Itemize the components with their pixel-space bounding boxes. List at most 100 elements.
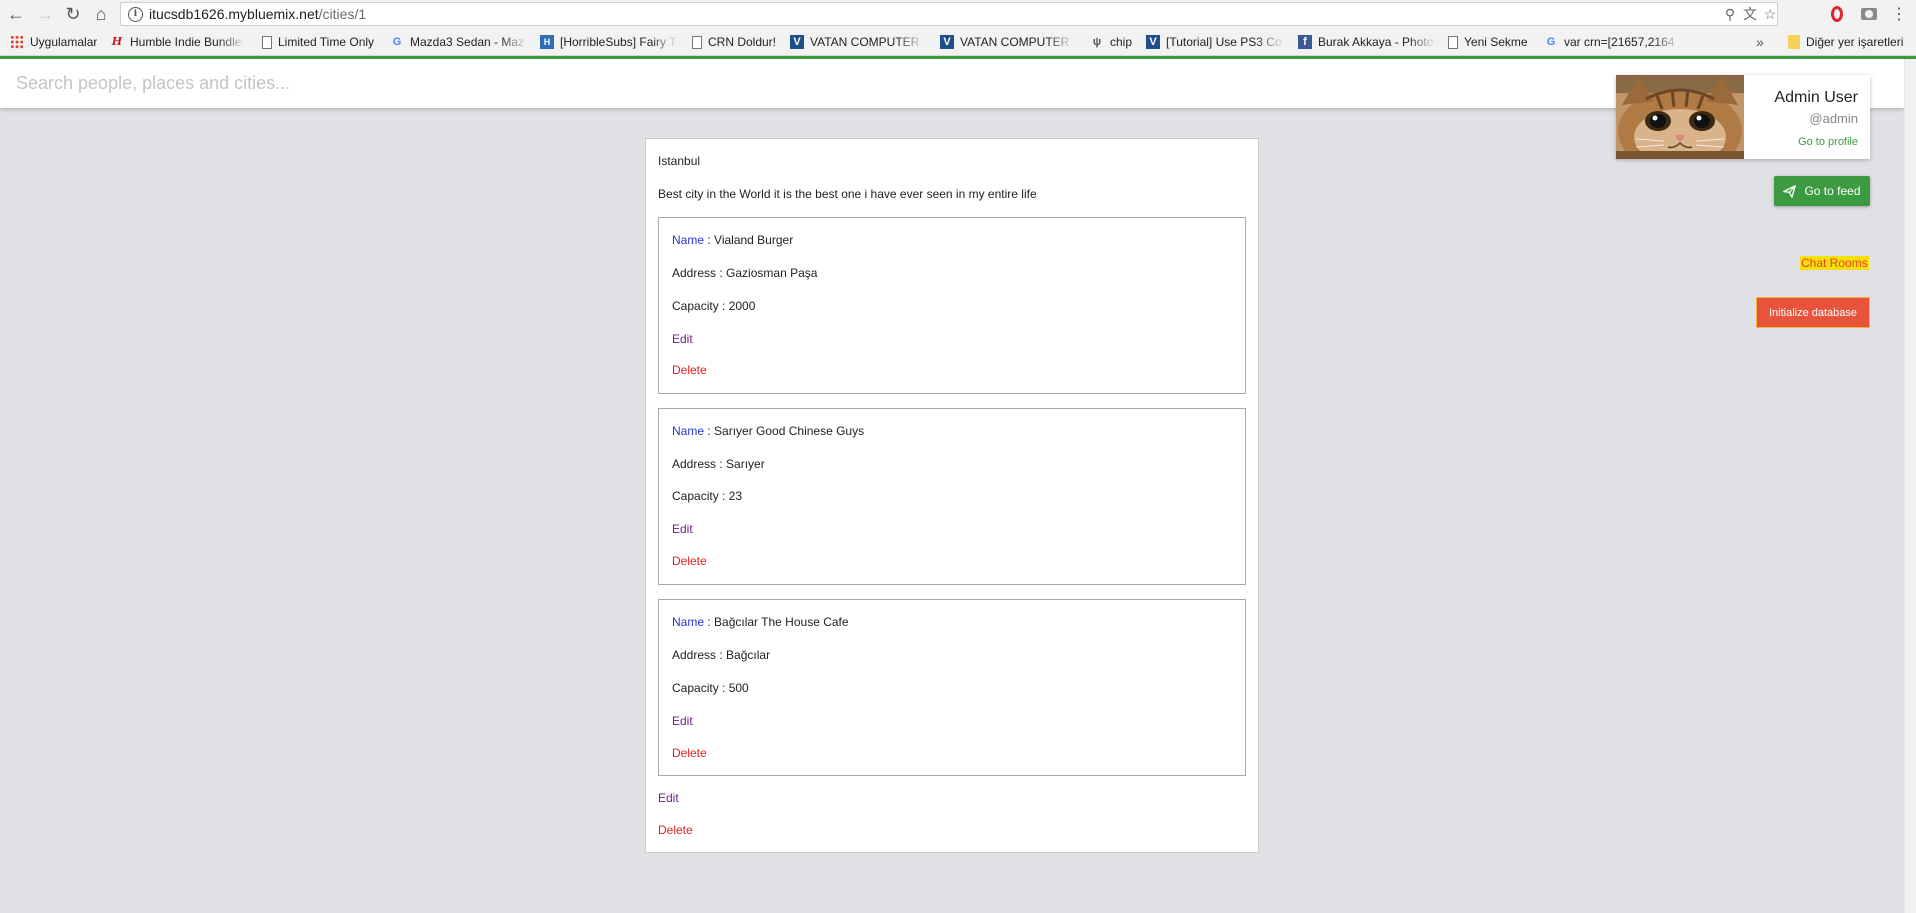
google-g-icon: G	[1546, 36, 1556, 48]
go-to-profile-link[interactable]: Go to profile	[1798, 136, 1858, 148]
place-capacity-row: Capacity : 500	[672, 681, 749, 695]
capacity-label: Capacity	[672, 681, 719, 695]
reload-icon[interactable]: ↻	[62, 3, 84, 25]
city-description: Best city in the World it is the best on…	[658, 187, 1037, 201]
bookmark-item[interactable]: Limited Time Only	[262, 33, 374, 51]
bookmark-label: Humble Indie Bundle:	[130, 35, 245, 49]
address-bar[interactable]: i itucsdb1626.mybluemix.net/cities/1 ⚲ 文…	[120, 2, 1778, 26]
bookmark-label: [HorribleSubs] Fairy T	[560, 35, 677, 49]
bookmark-item[interactable]: CRN Doldur!	[692, 33, 776, 51]
city-card: Istanbul Best city in the World it is th…	[645, 138, 1259, 853]
vatan-v-icon: V	[790, 35, 804, 49]
go-to-feed-label: Go to feed	[1804, 184, 1861, 198]
place-card: Name : Vialand Burger Address : Gaziosma…	[658, 217, 1246, 394]
bookmark-item[interactable]: G Mazda3 Sedan - Maz	[390, 33, 528, 51]
translate-icon[interactable]: 文	[1741, 5, 1759, 23]
humble-h-icon: H	[111, 35, 123, 48]
place-name: Sarıyer Good Chinese Guys	[714, 424, 865, 438]
bookmark-item[interactable]: Gvar crn=[21657,2164	[1544, 33, 1680, 51]
place-card: Name : Sarıyer Good Chinese Guys Address…	[658, 408, 1246, 585]
bookmark-label: Mazda3 Sedan - Maz	[410, 35, 525, 49]
go-to-feed-button[interactable]: Go to feed	[1774, 176, 1870, 206]
initialize-database-button[interactable]: Initialize database	[1756, 297, 1870, 328]
bookmark-item[interactable]: H [HorribleSubs] Fairy T	[540, 33, 678, 51]
bookmarks-overflow-chevron[interactable]: »	[1756, 33, 1764, 51]
bookmark-label: var crn=[21657,2164	[1564, 35, 1675, 49]
address-url[interactable]: itucsdb1626.mybluemix.net/cities/1	[149, 6, 366, 22]
site-info-icon[interactable]: i	[128, 7, 143, 22]
page-icon	[262, 35, 272, 49]
place-capacity: 500	[728, 681, 749, 695]
back-arrow-icon[interactable]: ←	[5, 3, 27, 25]
place-card: Name : Bağcılar The House Cafe Address :…	[658, 599, 1246, 776]
place-capacity: 23	[728, 489, 743, 503]
place-address-row: Address : Sarıyer	[672, 457, 765, 471]
address-label: Address	[672, 648, 717, 662]
bookmark-item[interactable]: Yeni Sekme	[1448, 33, 1528, 51]
bookmark-item[interactable]: V [Tutorial] Use PS3 Co	[1146, 33, 1284, 51]
capacity-label: Capacity	[672, 489, 719, 503]
home-icon[interactable]: ⌂	[90, 3, 112, 25]
place-delete-link[interactable]: Delete	[672, 363, 707, 377]
paper-plane-icon	[1783, 184, 1797, 198]
city-delete-link[interactable]: Delete	[658, 823, 693, 837]
chat-rooms-link[interactable]: Chat Rooms	[1800, 256, 1869, 270]
apps-grid-icon	[10, 35, 24, 49]
url-path: /cities/1	[318, 6, 367, 22]
bookmark-item[interactable]: Uygulamalar	[10, 33, 97, 51]
place-edit-link[interactable]: Edit	[672, 522, 693, 536]
place-name: Bağcılar The House Cafe	[714, 615, 849, 629]
browser-toolbar: ← → ↻ ⌂ i itucsdb1626.mybluemix.net/citi…	[0, 0, 1916, 28]
place-edit-link[interactable]: Edit	[672, 332, 693, 346]
place-capacity-row: Capacity : 23	[672, 489, 743, 503]
bookmark-label: Uygulamalar	[30, 35, 98, 49]
page-icon	[1448, 35, 1458, 49]
search-input[interactable]	[16, 68, 1516, 98]
facebook-icon: f	[1298, 35, 1312, 49]
profile-card: Admin User @admin Go to profile	[1616, 75, 1870, 159]
bookmark-item[interactable]: V VATAN COMPUTER -	[940, 33, 1074, 51]
bookmark-item[interactable]: V VATAN COMPUTER -	[790, 33, 924, 51]
folder-icon	[1788, 35, 1800, 49]
profile-name: Admin User	[1774, 89, 1858, 106]
menu-dots-icon[interactable]: ⋮	[1888, 3, 1910, 25]
forward-arrow-icon[interactable]: →	[34, 3, 56, 25]
bookmark-item[interactable]: H Humble Indie Bundle:	[110, 33, 246, 51]
tutorial-icon: V	[1146, 35, 1160, 49]
bookmark-label: CRN Doldur!	[708, 35, 777, 49]
bookmark-label: VATAN COMPUTER -	[960, 35, 1074, 49]
opera-extension-icon[interactable]	[1826, 3, 1848, 25]
place-delete-link[interactable]: Delete	[672, 554, 707, 568]
cat-avatar-image	[1616, 75, 1744, 159]
bookmark-label: VATAN COMPUTER -	[810, 35, 924, 49]
place-address: Bağcılar	[726, 648, 771, 662]
capacity-label: Capacity	[672, 299, 719, 313]
bookmark-star-icon[interactable]: ☆	[1761, 5, 1779, 23]
city-edit-link[interactable]: Edit	[658, 791, 679, 805]
bookmark-label: Burak Akkaya - Photo	[1318, 35, 1434, 49]
other-bookmarks[interactable]: Diğer yer işaretleri	[1788, 33, 1903, 51]
place-name-row: Name : Bağcılar The House Cafe	[672, 615, 849, 629]
name-label: Name	[672, 615, 705, 629]
page-icon	[692, 35, 702, 49]
page-scrollbar[interactable]	[1904, 59, 1916, 913]
bookmark-label: Limited Time Only	[278, 35, 375, 49]
chip-icon: ψ	[1092, 36, 1102, 48]
place-capacity-row: Capacity : 2000	[672, 299, 756, 313]
bookmarks-bar: Uygulamalar H Humble Indie Bundle: Limite…	[0, 28, 1916, 56]
place-delete-link[interactable]: Delete	[672, 746, 707, 760]
zoom-icon[interactable]: ⚲	[1721, 5, 1739, 23]
name-label: Name	[672, 424, 705, 438]
place-address: Sarıyer	[726, 457, 765, 471]
profile-handle: @admin	[1809, 111, 1858, 126]
place-edit-link[interactable]: Edit	[672, 714, 693, 728]
google-g-icon: G	[392, 36, 402, 48]
place-address-row: Address : Gaziosman Paşa	[672, 266, 818, 280]
camera-extension-icon[interactable]	[1858, 3, 1880, 25]
bookmark-item[interactable]: f Burak Akkaya - Photo	[1298, 33, 1436, 51]
avatar	[1616, 75, 1744, 159]
place-address: Gaziosman Paşa	[726, 266, 818, 280]
bookmark-item[interactable]: ψ chip	[1090, 33, 1132, 51]
place-capacity: 2000	[728, 299, 756, 313]
place-address-row: Address : Bağcılar	[672, 648, 771, 662]
